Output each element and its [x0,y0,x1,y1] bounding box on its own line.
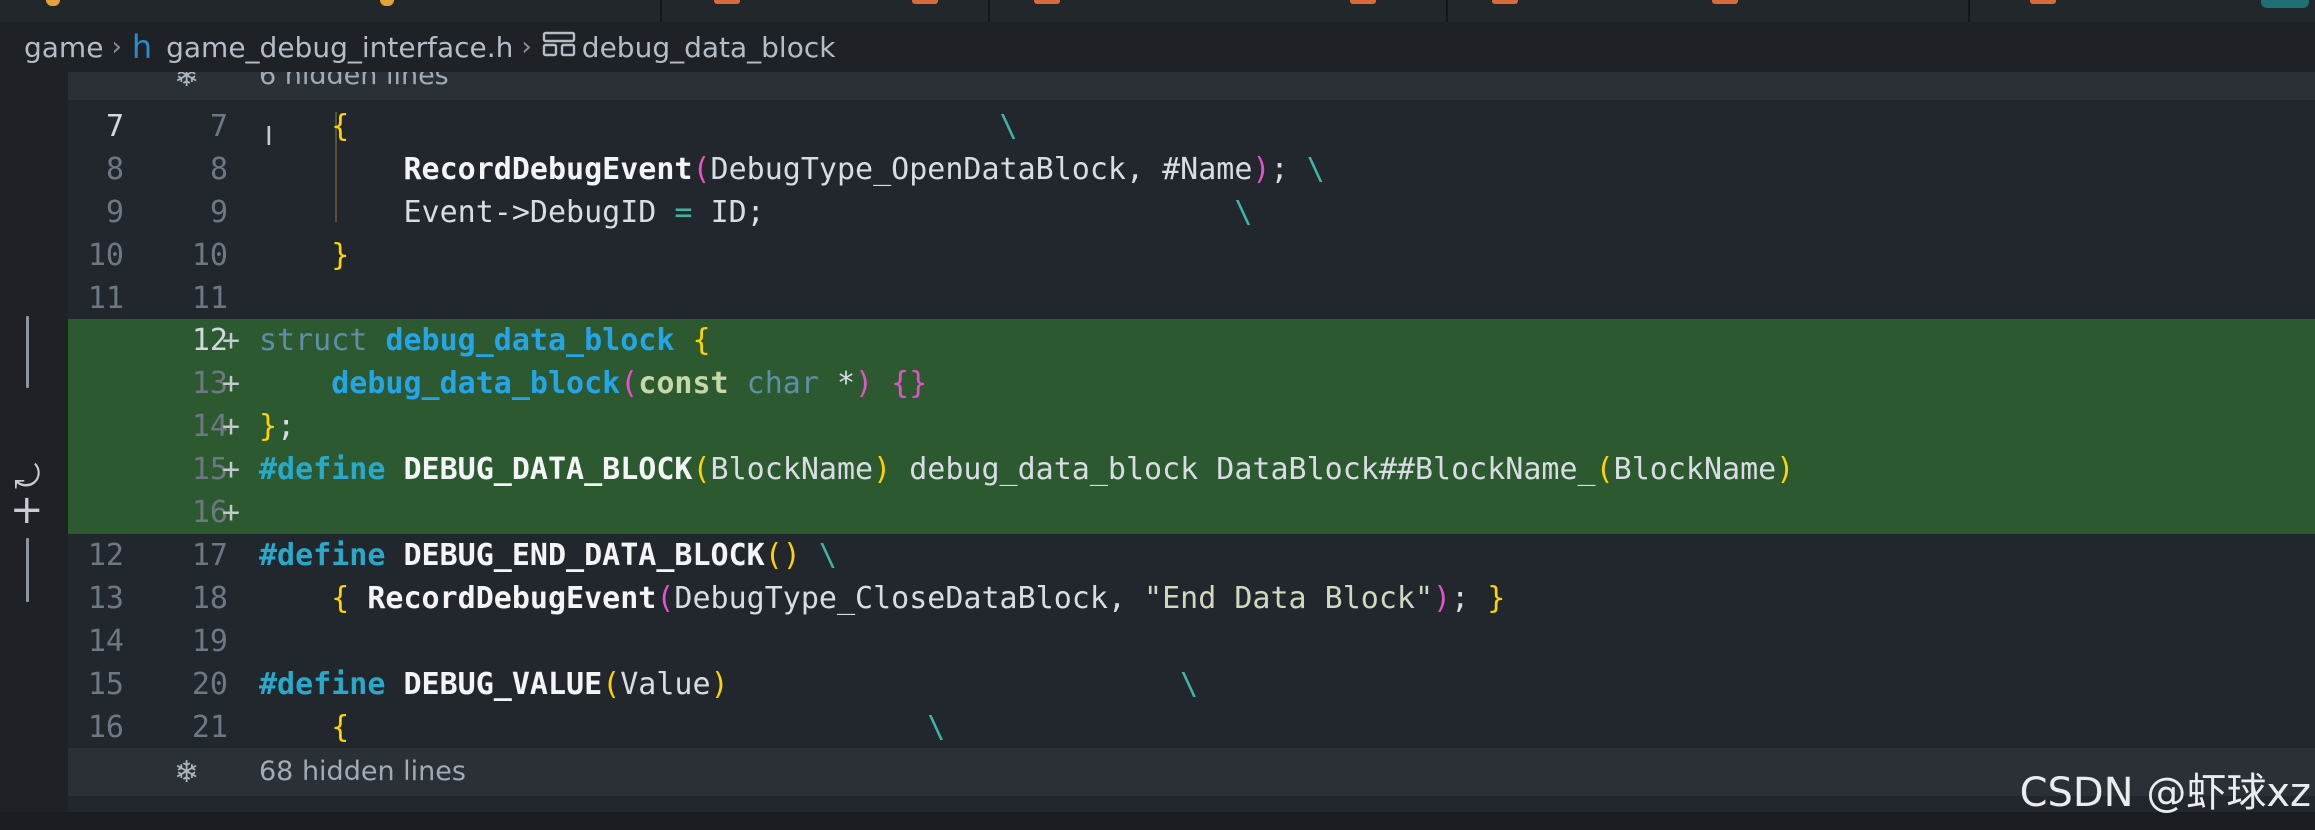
code-text: #define DEBUG_DATA_BLOCK(BlockName) debu… [259,452,1795,487]
new-line-number: 21 [191,710,228,745]
code-line[interactable]: 14 19 [68,620,2315,663]
added-marker: + [222,495,241,530]
added-code-line[interactable]: 14 + }; [68,405,2315,448]
new-line-number: 14 [191,409,228,444]
breadcrumb-symbol[interactable]: debug_data_block [582,31,836,64]
change-bar [26,538,29,602]
code-text: #define DEBUG_VALUE(Value) \ [259,667,1199,702]
code-line[interactable]: 11 11 [68,277,2315,320]
old-line-number: 12 [87,538,124,573]
horizontal-scrollbar[interactable] [0,812,2315,830]
added-code-line[interactable]: 12 + struct debug_data_block { [68,319,2315,362]
text-cursor-icon: I [265,122,273,152]
chevron-right-icon: › [111,32,122,62]
breadcrumb-folder[interactable]: game [24,31,103,64]
plus-icon[interactable]: + [10,490,44,530]
tab-mark [2030,0,2056,4]
code-text: struct debug_data_block { [259,323,711,358]
code-text: { \ [331,109,1018,144]
added-code-line[interactable]: 15 + #define DEBUG_DATA_BLOCK(BlockName)… [68,448,2315,491]
editor-tab-4[interactable] [1448,0,1970,22]
new-line-number: 12 [191,323,228,358]
code-text: { \ [331,710,946,745]
tab-mark [1350,0,1376,4]
breadcrumb-file[interactable]: game_debug_interface.h [166,31,513,64]
new-line-number: 11 [191,281,228,316]
editor-tab-2[interactable] [662,0,990,22]
tab-mark [714,0,740,4]
tab-modified-dot [380,0,394,6]
code-editor[interactable]: ❄ 6 hidden lines 7 7 { \ 8 8 RecordDebug… [68,72,2315,812]
old-line-number: 11 [87,281,124,316]
old-line-number: 15 [87,667,124,702]
code-text: }; [259,409,296,444]
tab-mark [1034,0,1060,4]
snowflake-fold-icon: ❄ [174,72,200,94]
added-marker: + [222,366,241,401]
new-line-number: 15 [191,452,228,487]
tab-strip [0,0,2315,22]
diff-gutter: ⤾ + [0,72,68,830]
editor-tab-5[interactable] [1970,0,2315,22]
tab-modified-dot [46,0,60,6]
new-line-number: 19 [191,624,228,659]
added-marker: + [222,452,241,487]
code-text: #define DEBUG_END_DATA_BLOCK() \ [259,538,837,573]
code-line[interactable]: 9 9 Event->DebugID = ID; \ [68,191,2315,234]
editor-tab-3[interactable] [990,0,1448,22]
code-text: debug_data_block(const char *) {} [331,366,928,401]
struct-symbol-icon [542,31,576,64]
new-line-number: 17 [191,538,228,573]
new-line-number: 9 [209,195,228,230]
new-line-number: 7 [209,109,228,144]
old-line-number: 8 [105,152,124,187]
added-marker: + [222,323,241,358]
chevron-right-icon: › [521,32,532,62]
code-line[interactable]: 15 20 #define DEBUG_VALUE(Value) \ [68,663,2315,706]
snowflake-fold-icon: ❄ [174,755,200,790]
old-line-number: 7 [105,109,124,144]
old-line-number: 14 [87,624,124,659]
new-line-number: 13 [191,366,228,401]
change-bar [26,316,29,388]
watermark: CSDN @虾球xz [2019,770,2311,816]
code-text: } [331,238,350,273]
fold-label: 68 hidden lines [259,756,466,787]
new-line-number: 10 [191,238,228,273]
code-line[interactable]: 13 18 { RecordDebugEvent(DebugType_Close… [68,577,2315,620]
code-line[interactable]: 12 17 #define DEBUG_END_DATA_BLOCK() \ [68,534,2315,577]
hidden-lines-fold-top[interactable]: ❄ 6 hidden lines [68,72,2315,100]
old-line-number: 10 [87,238,124,273]
code-line[interactable]: 7 7 { \ [68,105,2315,148]
new-line-number: 20 [191,667,228,702]
new-line-number: 18 [191,581,228,616]
hidden-lines-fold-bottom[interactable]: ❄ 68 hidden lines [68,748,2315,796]
fold-label: 6 hidden lines [259,72,449,91]
tab-close-accent[interactable] [2261,0,2309,8]
breadcrumb: game › h game_debug_interface.h › debug_… [0,22,2315,72]
editor-tab-1[interactable] [0,0,662,22]
code-text: RecordDebugEvent(DebugType_OpenDataBlock… [403,152,1325,187]
added-code-line[interactable]: 13 + debug_data_block(const char *) {} [68,362,2315,405]
tab-mark [912,0,938,4]
code-text: { RecordDebugEvent(DebugType_CloseDataBl… [331,581,1506,616]
header-file-icon: h [131,28,153,66]
code-line[interactable]: 8 8 RecordDebugEvent(DebugType_OpenDataB… [68,148,2315,191]
code-line[interactable]: 10 10 } [68,234,2315,277]
new-line-number: 16 [191,495,228,530]
tab-mark [1492,0,1518,4]
added-code-line[interactable]: 16 + [68,491,2315,534]
code-line[interactable]: 16 21 { \ [68,706,2315,749]
code-text: Event->DebugID = ID; \ [403,195,1253,230]
old-line-number: 13 [87,581,124,616]
old-line-number: 9 [105,195,124,230]
old-line-number: 16 [87,710,124,745]
added-marker: + [222,409,241,444]
new-line-number: 8 [209,152,228,187]
tab-mark [1712,0,1738,4]
